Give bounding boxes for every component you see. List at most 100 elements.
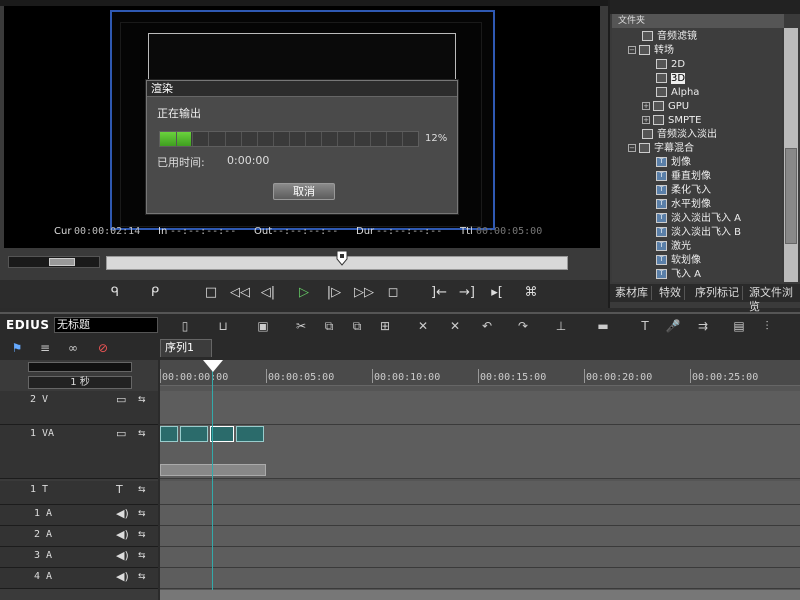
- track-sync-icon[interactable]: ⇆: [138, 429, 146, 439]
- track-lane[interactable]: [160, 568, 800, 589]
- tab-bin[interactable]: 素材库: [612, 286, 652, 300]
- link-icon[interactable]: ∞: [64, 340, 82, 356]
- cut-icon[interactable]: ✂: [292, 318, 310, 334]
- timeline-playhead[interactable]: [212, 360, 213, 592]
- tree-item[interactable]: T 垂直划像: [656, 170, 711, 184]
- tree-item[interactable]: − 转场: [628, 44, 674, 58]
- shuttle-knob[interactable]: [49, 258, 75, 266]
- tree-item[interactable]: 3D: [656, 72, 686, 86]
- ripple-icon[interactable]: ≡: [36, 340, 54, 356]
- shuttle-slider[interactable]: [8, 256, 100, 268]
- expand-icon[interactable]: +: [642, 102, 650, 110]
- tree-scrollbar[interactable]: [784, 28, 798, 282]
- track-lane[interactable]: [160, 505, 800, 526]
- track-header[interactable]: 4 A ◀) ⇆: [0, 568, 158, 589]
- tab-sequence-markers[interactable]: 序列标记: [692, 286, 743, 300]
- tree-item[interactable]: 2D: [656, 58, 685, 72]
- playhead-handle-icon[interactable]: [203, 360, 223, 372]
- clip-thumbnail[interactable]: [160, 426, 178, 442]
- overwrite-icon[interactable]: →]: [456, 283, 478, 303]
- tree-item[interactable]: T 划像: [656, 156, 691, 170]
- speaker-icon[interactable]: ◀): [116, 549, 129, 562]
- video-track-icon[interactable]: ▭: [116, 393, 126, 406]
- stop-icon[interactable]: □: [202, 283, 220, 303]
- track-sync-icon[interactable]: ⇆: [138, 551, 146, 561]
- clip-video[interactable]: [180, 426, 208, 442]
- snap-icon[interactable]: ⚑: [8, 340, 26, 356]
- collapse-icon[interactable]: −: [628, 46, 636, 54]
- marker-icon[interactable]: ▬: [594, 318, 612, 334]
- track-lane[interactable]: [160, 526, 800, 547]
- tree-item[interactable]: T 柔化飞入: [656, 184, 711, 198]
- track-header[interactable]: 1 T T ⇆: [0, 481, 158, 505]
- track-sync-icon[interactable]: ⇆: [138, 530, 146, 540]
- microphone-icon[interactable]: 🎤: [664, 318, 682, 334]
- tree-item[interactable]: T 激光: [656, 240, 691, 254]
- tab-sequence[interactable]: 序列1: [160, 339, 212, 357]
- clip-video-selected[interactable]: [210, 426, 234, 442]
- track-header[interactable]: 2 A ◀) ⇆: [0, 526, 158, 547]
- track-header[interactable]: 2 V ▭ ⇆: [0, 391, 158, 425]
- step-forward-icon[interactable]: |▷: [324, 283, 344, 303]
- speaker-icon[interactable]: ◀): [116, 570, 129, 583]
- title-track-icon[interactable]: T: [116, 483, 123, 496]
- clip-video[interactable]: [236, 426, 264, 442]
- paste-icon[interactable]: ⧉: [348, 318, 366, 334]
- cancel-button[interactable]: 取消: [273, 183, 335, 200]
- track-sync-icon[interactable]: ⇆: [138, 395, 146, 405]
- tree-item[interactable]: T 软划像: [656, 254, 701, 268]
- tree-item[interactable]: T 淡入淡出飞入 B: [656, 226, 741, 240]
- timeline-scrollbar[interactable]: [160, 590, 800, 600]
- tab-source-browser[interactable]: 源文件浏览: [746, 286, 800, 313]
- tree-item[interactable]: Alpha: [656, 86, 699, 100]
- tree-scroll-thumb[interactable]: [785, 148, 797, 244]
- expand-icon[interactable]: +: [642, 116, 650, 124]
- tree-item[interactable]: T 淡入淡出飞入 A: [656, 212, 741, 226]
- export-output-icon[interactable]: ⇉: [694, 318, 712, 334]
- track-header[interactable]: 1 VA ▭ ⇆: [0, 425, 158, 479]
- track-lane[interactable]: [160, 481, 800, 505]
- track-sync-icon[interactable]: ⇆: [138, 572, 146, 582]
- play-icon[interactable]: ▷: [294, 283, 314, 303]
- copy-icon[interactable]: ⧉: [320, 318, 338, 334]
- loop-icon[interactable]: ◻: [384, 283, 402, 303]
- redo-icon[interactable]: ↷: [514, 318, 532, 334]
- speaker-icon[interactable]: ◀): [116, 507, 129, 520]
- set-out-icon[interactable]: ᑭ: [148, 283, 162, 303]
- title-tool-icon[interactable]: T: [636, 318, 654, 334]
- track-header[interactable]: 3 A ◀) ⇆: [0, 547, 158, 568]
- tree-item[interactable]: + GPU: [642, 100, 689, 114]
- tree-item[interactable]: 音频滤镜: [642, 30, 697, 44]
- audio-clip[interactable]: [160, 464, 266, 476]
- disable-icon[interactable]: ⊘: [94, 340, 112, 356]
- rewind-icon[interactable]: ◁◁: [228, 283, 252, 303]
- timescale-select[interactable]: 1 秒: [28, 376, 132, 389]
- tree-item[interactable]: + SMPTE: [642, 114, 701, 128]
- track-sync-icon[interactable]: ⇆: [138, 509, 146, 519]
- ripple-delete-icon[interactable]: ✕: [446, 318, 464, 334]
- keyboard-icon[interactable]: ▤: [730, 318, 748, 334]
- insert-icon[interactable]: ]←: [428, 283, 450, 303]
- tree-item[interactable]: 音频淡入淡出: [642, 128, 717, 142]
- paste-insert-icon[interactable]: ⊞: [376, 318, 394, 334]
- mixer-icon[interactable]: ⫶: [758, 318, 776, 334]
- tree-item[interactable]: − 字幕混合: [628, 142, 694, 156]
- export-icon[interactable]: ⌘: [522, 283, 540, 303]
- save-icon[interactable]: ▣: [254, 318, 272, 334]
- track-lane[interactable]: [160, 391, 800, 425]
- tree-item[interactable]: T 飞入 A: [656, 268, 701, 282]
- match-frame-icon[interactable]: ▸[: [486, 283, 508, 303]
- video-track-icon[interactable]: ▭: [116, 427, 126, 440]
- track-lane[interactable]: [160, 547, 800, 568]
- fast-forward-icon[interactable]: ▷▷: [352, 283, 376, 303]
- zoom-slider[interactable]: [28, 362, 132, 372]
- tab-effects[interactable]: 特效: [656, 286, 685, 300]
- delete-icon[interactable]: ✕: [414, 318, 432, 334]
- position-marker-icon[interactable]: [336, 250, 348, 268]
- track-header[interactable]: 1 A ◀) ⇆: [0, 505, 158, 526]
- step-back-icon[interactable]: ◁|: [258, 283, 278, 303]
- track-sync-icon[interactable]: ⇆: [138, 485, 146, 495]
- collapse-icon[interactable]: −: [628, 144, 636, 152]
- tree-item[interactable]: T 水平划像: [656, 198, 711, 212]
- undo-icon[interactable]: ↶: [478, 318, 496, 334]
